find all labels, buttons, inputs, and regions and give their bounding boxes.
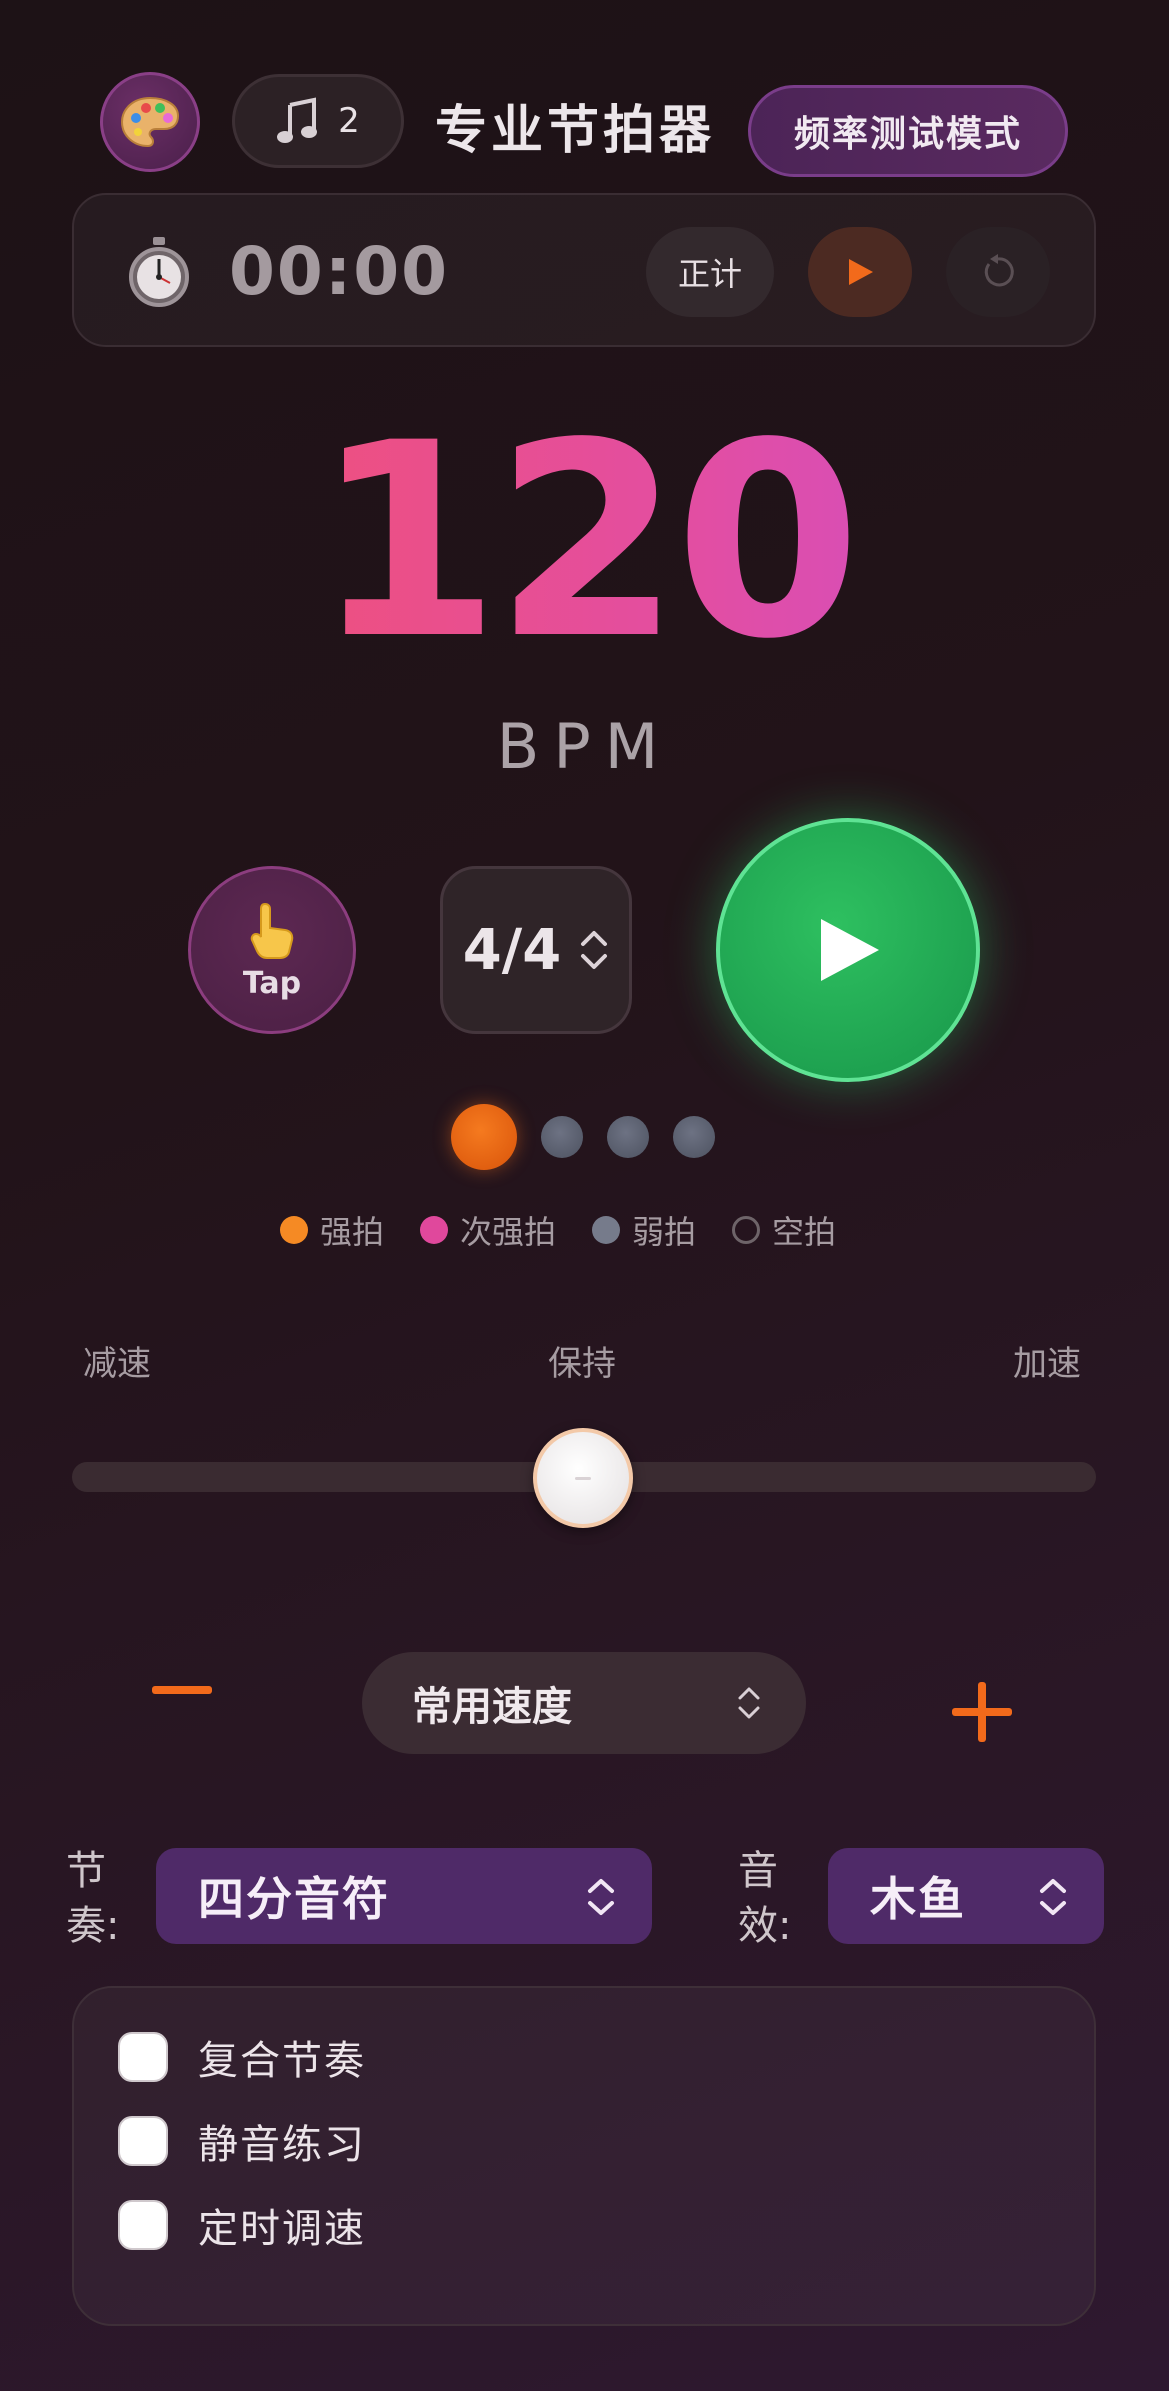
legend-item-weak: 弱拍 [592, 1207, 696, 1253]
slider-label-fast: 加速 [1013, 1344, 1081, 1384]
stopwatch-icon [129, 237, 189, 307]
sound-value: 木鱼 [870, 1872, 966, 1926]
options-panel: 复合节奏 静音练习 定时调速 [72, 1986, 1096, 2326]
polyrhythm-checkbox[interactable] [118, 2032, 168, 2082]
legend-dot-strong [280, 1216, 308, 1244]
legend-item-silent: 空拍 [732, 1207, 836, 1253]
legend-item-strong: 强拍 [280, 1207, 384, 1253]
header: 2 专业节拍器 频率测试模式 [100, 70, 1070, 177]
play-icon [821, 919, 879, 981]
sound-label: 音效: [738, 1848, 792, 1949]
silent-practice-checkbox[interactable] [118, 2116, 168, 2166]
legend-dot-weak [592, 1216, 621, 1244]
pointing-hand-icon [250, 902, 294, 959]
chevron-updown-icon [588, 1879, 614, 1915]
play-icon [849, 259, 873, 285]
legend-item-medium: 次强拍 [420, 1207, 556, 1253]
legend-label: 空拍 [772, 1213, 837, 1251]
tap-label: Tap [242, 965, 302, 1001]
increase-bpm-button[interactable] [952, 1682, 1012, 1742]
slider-label-hold: 保持 [548, 1344, 616, 1384]
counter-value: 2 [338, 101, 360, 141]
minus-icon [152, 1686, 212, 1694]
legend-label: 强拍 [320, 1213, 385, 1251]
option-label: 定时调速 [198, 2206, 366, 2252]
chevron-updown-icon [738, 1687, 760, 1719]
legend-label: 弱拍 [632, 1213, 697, 1251]
option-timed-tempo[interactable]: 定时调速 [118, 2196, 366, 2254]
time-signature-select[interactable]: 4/4 [440, 866, 632, 1034]
bpm-unit-label: BPM [496, 710, 673, 783]
option-label: 复合节奏 [198, 2038, 366, 2084]
reset-icon [984, 254, 1014, 287]
music-note-icon [277, 97, 318, 143]
metronome-app: 2 专业节拍器 频率测试模式 00:00 正计 120 BPM Tap 4/4 … [0, 0, 1169, 2391]
theme-button[interactable] [100, 72, 200, 172]
rhythm-select[interactable]: 四分音符 [156, 1848, 652, 1944]
rhythm-label: 节奏: [66, 1848, 120, 1949]
slider-label-slow: 减速 [83, 1344, 151, 1384]
preset-speed-select[interactable]: 常用速度 [362, 1652, 806, 1754]
beat-legend: 强拍 次强拍 弱拍 空拍 [280, 1208, 836, 1252]
preset-speed-label: 常用速度 [412, 1684, 572, 1730]
beat-dot-3 [607, 1116, 649, 1158]
option-silent-practice[interactable]: 静音练习 [118, 2112, 366, 2170]
tempo-slider-thumb[interactable] [533, 1428, 633, 1528]
option-label: 静音练习 [198, 2122, 366, 2168]
legend-dot-silent [732, 1216, 761, 1244]
frequency-test-button[interactable]: 频率测试模式 [748, 85, 1068, 177]
timer-reset-button[interactable] [946, 227, 1050, 317]
thumb-grip [575, 1476, 591, 1480]
chevron-updown-icon [1040, 1879, 1066, 1915]
beat-dot-2 [541, 1116, 583, 1158]
palette-icon [120, 96, 180, 148]
timer-start-button[interactable] [808, 227, 912, 317]
option-polyrhythm[interactable]: 复合节奏 [118, 2028, 366, 2086]
timed-tempo-checkbox[interactable] [118, 2200, 168, 2250]
beat-dot-4 [673, 1116, 715, 1158]
time-signature-value: 4/4 [462, 917, 562, 983]
beat-dot-1 [451, 1104, 517, 1170]
metronome-play-button[interactable] [716, 818, 980, 1082]
bpm-value[interactable]: 120 [0, 408, 1169, 676]
tap-tempo-button[interactable]: Tap [188, 866, 356, 1034]
legend-dot-medium [420, 1216, 449, 1244]
counter-pill[interactable]: 2 [232, 74, 404, 168]
sound-select[interactable]: 木鱼 [828, 1848, 1104, 1944]
timer-display: 00:00 [229, 233, 450, 310]
count-mode-button[interactable]: 正计 [646, 227, 774, 317]
chevron-updown-icon [581, 931, 608, 969]
legend-label: 次强拍 [460, 1213, 557, 1251]
app-title: 专业节拍器 [435, 101, 716, 161]
timer-bar: 00:00 正计 [72, 193, 1096, 347]
rhythm-value: 四分音符 [198, 1872, 390, 1926]
